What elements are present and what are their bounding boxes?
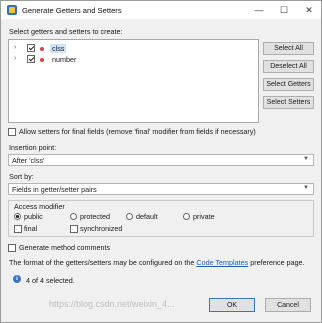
synchronized-checkbox[interactable] [70, 225, 78, 233]
access-modifier-legend: Access modifier [14, 202, 65, 211]
insertion-point-value: After 'clss' [12, 156, 45, 165]
deselect-all-button[interactable]: Deselect All [263, 60, 314, 73]
synchronized-label: synchronized [80, 224, 123, 233]
format-text-before: The format of the getters/setters may be… [9, 258, 195, 267]
default-label: default [136, 212, 158, 221]
protected-radio[interactable] [70, 213, 77, 220]
tree-item-clss[interactable]: › clss [9, 43, 258, 54]
generate-comments-checkbox[interactable] [8, 243, 16, 252]
number-checkbox[interactable] [27, 55, 35, 63]
generate-comments-row[interactable]: Generate method comments [8, 243, 110, 252]
access-modifier-group: Access modifier public protected default… [8, 200, 314, 237]
tree-item-label: number [52, 55, 77, 64]
sort-by-label: Sort by: [9, 172, 34, 181]
select-setters-button[interactable]: Select Setters [263, 96, 314, 109]
sort-by-value: Fields in getter/setter pairs [12, 185, 97, 194]
maximize-button[interactable]: ☐ [273, 1, 295, 19]
sort-by-select[interactable]: Fields in getter/setter pairs ▼ [8, 183, 314, 195]
chevron-right-icon[interactable]: › [14, 55, 20, 62]
allow-setters-row[interactable]: Allow setters for final fields (remove '… [8, 127, 256, 136]
tree-item-label: clss [50, 44, 67, 53]
cancel-button[interactable]: Cancel [265, 298, 311, 312]
info-icon: i [13, 275, 21, 283]
select-fields-label: Select getters and setters to create: [9, 27, 123, 36]
code-templates-link[interactable]: Code Templates [196, 258, 248, 267]
tree-item-number[interactable]: › number [9, 54, 258, 65]
select-all-button[interactable]: Select All [263, 42, 314, 55]
format-text-after: preference page. [250, 258, 305, 267]
insertion-point-label: Insertion point: [9, 143, 57, 152]
private-radio[interactable] [183, 213, 190, 220]
protected-label: protected [80, 212, 110, 221]
allow-setters-checkbox[interactable] [8, 127, 16, 136]
private-field-icon [40, 58, 44, 62]
private-label: private [193, 212, 215, 221]
watermark: https://blog.csdn.net/weixin_4... [49, 299, 175, 309]
final-label: final [24, 224, 38, 233]
minimize-button[interactable]: — [248, 1, 270, 19]
format-info-text: The format of the getters/setters may be… [9, 258, 305, 267]
eclipse-app-icon [7, 5, 17, 15]
select-getters-button[interactable]: Select Getters [263, 78, 314, 91]
generate-comments-label: Generate method comments [19, 243, 111, 252]
insertion-point-select[interactable]: After 'clss' ▼ [8, 154, 314, 166]
clss-checkbox[interactable] [27, 44, 35, 52]
selection-status: 4 of 4 selected. [26, 276, 75, 285]
title-bar: Generate Getters and Setters — ☐ ✕ [1, 1, 321, 19]
chevron-down-icon[interactable]: ▼ [303, 185, 309, 191]
public-label: public [24, 212, 43, 221]
private-field-icon [40, 47, 44, 51]
fields-tree[interactable]: › clss › number [8, 39, 259, 123]
ok-button[interactable]: OK [209, 298, 255, 312]
public-radio[interactable] [14, 213, 21, 220]
window-title: Generate Getters and Setters [22, 5, 122, 15]
allow-setters-label: Allow setters for final fields (remove '… [19, 127, 256, 136]
generate-getters-setters-dialog: Generate Getters and Setters — ☐ ✕ Selec… [0, 0, 322, 323]
chevron-down-icon[interactable]: ▼ [303, 156, 309, 162]
chevron-right-icon[interactable]: › [14, 44, 20, 51]
default-radio[interactable] [126, 213, 133, 220]
close-button[interactable]: ✕ [298, 1, 320, 19]
final-checkbox[interactable] [14, 225, 22, 233]
